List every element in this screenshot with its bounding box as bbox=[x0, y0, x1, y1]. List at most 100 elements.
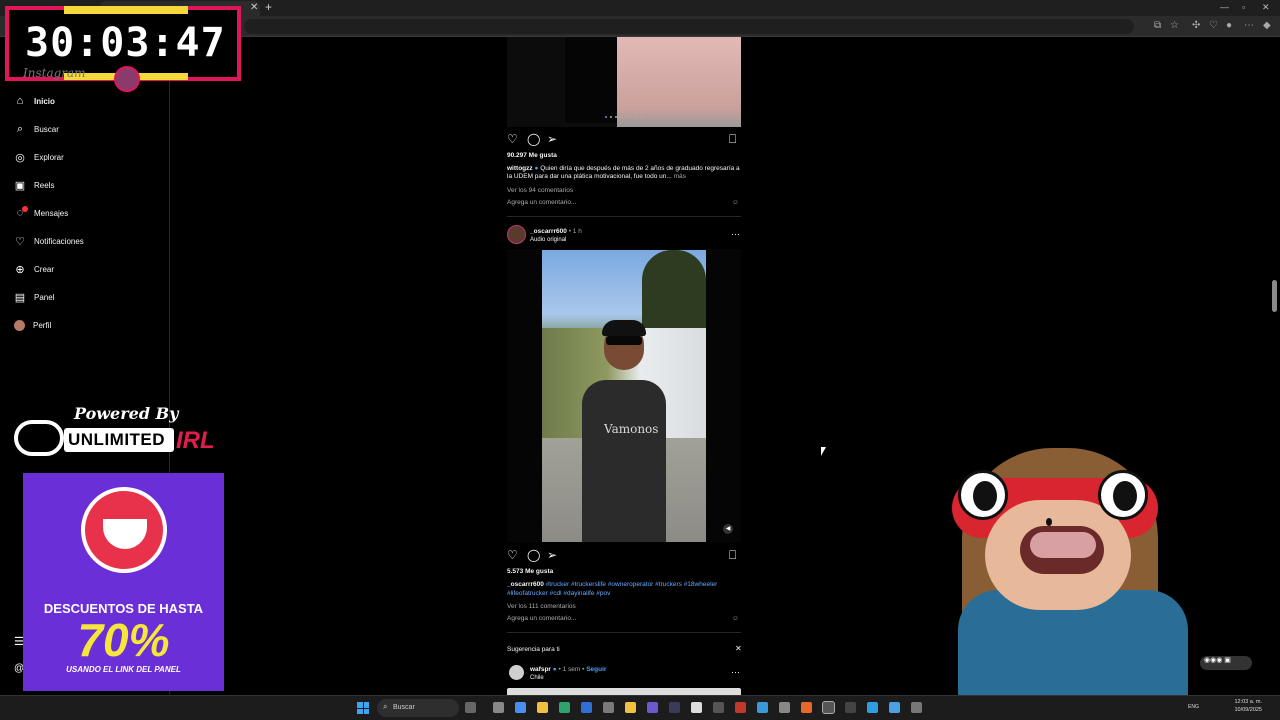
avatar[interactable] bbox=[507, 225, 526, 244]
app-icon[interactable] bbox=[779, 702, 790, 713]
avatar-icon bbox=[14, 319, 25, 331]
favorites-icon[interactable]: ♡ bbox=[1209, 20, 1218, 31]
new-tab-icon[interactable]: + bbox=[265, 0, 272, 14]
promo-subline: USANDO EL LINK DEL PANEL bbox=[66, 665, 181, 674]
sidebar-item-panel[interactable]: ▤ Panel bbox=[14, 288, 55, 306]
carousel-dots bbox=[605, 116, 642, 118]
discord-icon[interactable] bbox=[647, 702, 658, 713]
firefox-icon[interactable] bbox=[801, 702, 812, 713]
app-icon[interactable] bbox=[691, 702, 702, 713]
suggestion-user: wafspr ● • 1 sem • Seguir bbox=[530, 666, 607, 673]
compass-icon: ◎ bbox=[15, 151, 25, 164]
comment-icon[interactable]: ◯ bbox=[527, 548, 540, 562]
post-audio[interactable]: Audio original bbox=[530, 236, 566, 244]
like-heart-icon[interactable]: ♡ bbox=[507, 132, 518, 146]
emoji-icon[interactable]: ☺ bbox=[732, 615, 739, 623]
verified-icon: ● bbox=[552, 666, 557, 673]
more-options-icon[interactable]: ⋯ bbox=[731, 668, 740, 677]
more-link[interactable]: más bbox=[674, 173, 686, 180]
copilot-icon[interactable]: ◆ bbox=[1263, 20, 1271, 31]
sidebar-item-inicio[interactable]: ⌂ Inicio bbox=[14, 92, 55, 110]
save-bookmark-icon[interactable]: ⎕ bbox=[729, 132, 736, 146]
share-icon[interactable]: ➢ bbox=[547, 548, 557, 562]
menu-dots-icon[interactable]: ⋯ bbox=[1244, 20, 1254, 31]
verified-icon: ● bbox=[534, 165, 539, 172]
like-heart-icon[interactable]: ♡ bbox=[507, 548, 518, 562]
taskbar-clock[interactable]: 12:03 a. m. 10/09/2025 bbox=[1232, 698, 1262, 714]
sidebar-item-explorar[interactable]: ◎ Explorar bbox=[14, 148, 64, 166]
follow-button[interactable]: Seguir bbox=[586, 666, 606, 673]
app-icon[interactable] bbox=[757, 702, 768, 713]
browser-edge-icon[interactable] bbox=[559, 702, 570, 713]
sidebar-item-label: Buscar bbox=[34, 124, 59, 134]
sidebar-item-buscar[interactable]: ⌕ Buscar bbox=[14, 120, 59, 138]
timer-text: 30:03:47 bbox=[25, 20, 226, 66]
emoji-icon[interactable]: ☺ bbox=[732, 199, 739, 207]
extensions-icon[interactable]: ✣ bbox=[1192, 20, 1200, 31]
close-window-icon[interactable]: ✕ bbox=[1262, 2, 1270, 13]
sidebar-item-perfil[interactable]: Perfil bbox=[14, 316, 51, 334]
comment-input[interactable]: Agrega un comentario... bbox=[507, 615, 576, 623]
caption-username[interactable]: wittogzz bbox=[507, 165, 533, 172]
share-icon[interactable]: ➢ bbox=[547, 132, 557, 146]
sidebar-item-notificaciones[interactable]: ♡ Notificaciones bbox=[14, 232, 84, 250]
app-icon[interactable] bbox=[735, 702, 746, 713]
close-suggestion-icon[interactable]: ✕ bbox=[735, 645, 742, 653]
app-icon[interactable] bbox=[603, 702, 614, 713]
post-image[interactable] bbox=[507, 37, 741, 127]
reel-person-glasses bbox=[606, 336, 642, 345]
comment-icon[interactable]: ◯ bbox=[527, 132, 540, 146]
more-options-icon[interactable]: ⋯ bbox=[731, 230, 740, 239]
heart-icon: ♡ bbox=[15, 235, 25, 248]
steam-icon[interactable] bbox=[669, 702, 680, 713]
suggestion-header: Sugerencia para ti bbox=[507, 646, 560, 653]
task-view-icon[interactable] bbox=[465, 702, 476, 713]
windows-start-icon[interactable] bbox=[357, 702, 369, 714]
vtuber-nose bbox=[1046, 518, 1052, 526]
taskbar-search[interactable]: Buscar bbox=[377, 699, 459, 717]
address-bar[interactable] bbox=[244, 19, 1134, 34]
tray-widget[interactable]: ◉◉◉ ▣ bbox=[1200, 656, 1252, 670]
scrollbar-thumb[interactable] bbox=[1272, 280, 1277, 312]
avatar[interactable] bbox=[509, 665, 524, 680]
comment-input[interactable]: Agrega un comentario... bbox=[507, 199, 576, 207]
mouse-cursor-icon bbox=[821, 447, 826, 456]
bookmark-star-icon[interactable]: ☆ bbox=[1170, 20, 1179, 31]
close-tab-icon[interactable]: ✕ bbox=[250, 2, 258, 13]
hashtags[interactable]: #trucker #truckerslife #owneroperator #t… bbox=[546, 581, 718, 588]
profile-icon[interactable]: ● bbox=[1226, 20, 1232, 31]
sidebar-item-label: Reels bbox=[34, 180, 55, 190]
language-indicator[interactable]: ENG bbox=[1188, 704, 1199, 710]
chart-icon: ▤ bbox=[14, 291, 26, 304]
app-icon[interactable] bbox=[867, 702, 878, 713]
view-comments-link[interactable]: Ver los 111 comentarios bbox=[507, 603, 576, 611]
scrollbar-track[interactable] bbox=[1271, 37, 1279, 695]
vr-icon[interactable] bbox=[845, 702, 856, 713]
sidebar-item-crear[interactable]: ⊕ Crear bbox=[14, 260, 54, 278]
app-icon[interactable] bbox=[889, 702, 900, 713]
view-comments-link[interactable]: Ver los 94 comentarios bbox=[507, 187, 573, 195]
sidebar-item-mensajes[interactable]: ◌ Mensajes bbox=[14, 204, 68, 222]
maximize-icon[interactable]: ▫ bbox=[1242, 2, 1245, 12]
sidebar-item-reels[interactable]: ▣ Reels bbox=[14, 176, 55, 194]
clock-date: 10/09/2025 bbox=[1234, 707, 1262, 713]
mute-icon[interactable]: ◀ bbox=[723, 524, 733, 534]
widgets-icon[interactable] bbox=[493, 702, 504, 713]
word-icon[interactable] bbox=[581, 702, 592, 713]
hashtags[interactable]: #lifeofatrucker #cdl #dayinalife #pov bbox=[507, 590, 610, 598]
folder-icon[interactable] bbox=[625, 702, 636, 713]
app-icon[interactable] bbox=[515, 702, 526, 713]
file-explorer-icon[interactable] bbox=[537, 702, 548, 713]
suggestion-image[interactable] bbox=[507, 688, 741, 695]
obs-icon[interactable] bbox=[822, 701, 835, 714]
install-app-icon[interactable]: ⧉ bbox=[1154, 20, 1161, 31]
caption-username[interactable]: _oscarrr600 bbox=[507, 581, 544, 588]
reel-video[interactable]: Vamonos ◀ bbox=[507, 249, 741, 542]
minimize-icon[interactable]: — bbox=[1220, 2, 1229, 12]
app-icon[interactable] bbox=[713, 702, 724, 713]
stream-timer: 30:03:47 Instagram bbox=[5, 6, 241, 92]
powered-by-text: Powered By bbox=[74, 404, 179, 423]
save-bookmark-icon[interactable]: ⎕ bbox=[729, 548, 736, 562]
sidebar-item-label: Notificaciones bbox=[34, 236, 84, 246]
app-icon[interactable] bbox=[911, 702, 922, 713]
